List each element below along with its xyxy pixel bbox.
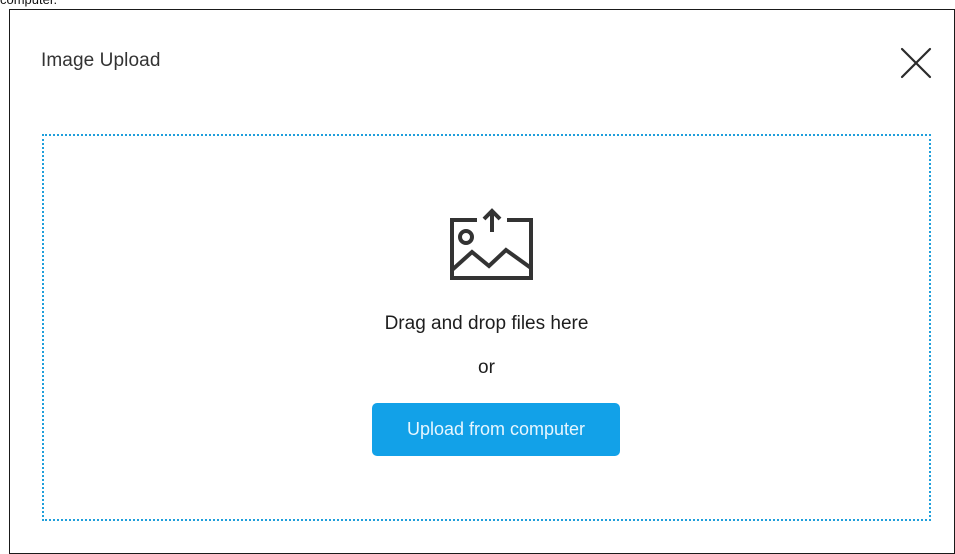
- drop-instruction: Drag and drop files here: [384, 313, 589, 334]
- image-upload-icon: [450, 208, 533, 280]
- upload-from-computer-button[interactable]: Upload from computer: [372, 403, 620, 456]
- image-upload-dialog: Image Upload Drag and drop files here or…: [9, 9, 955, 554]
- close-icon: [900, 47, 932, 79]
- close-button[interactable]: [899, 46, 933, 80]
- or-separator: or: [478, 357, 495, 378]
- clipped-caption: computer.: [0, 0, 57, 8]
- drop-zone[interactable]: Drag and drop files here or Upload from …: [42, 134, 931, 521]
- dialog-title: Image Upload: [41, 50, 161, 71]
